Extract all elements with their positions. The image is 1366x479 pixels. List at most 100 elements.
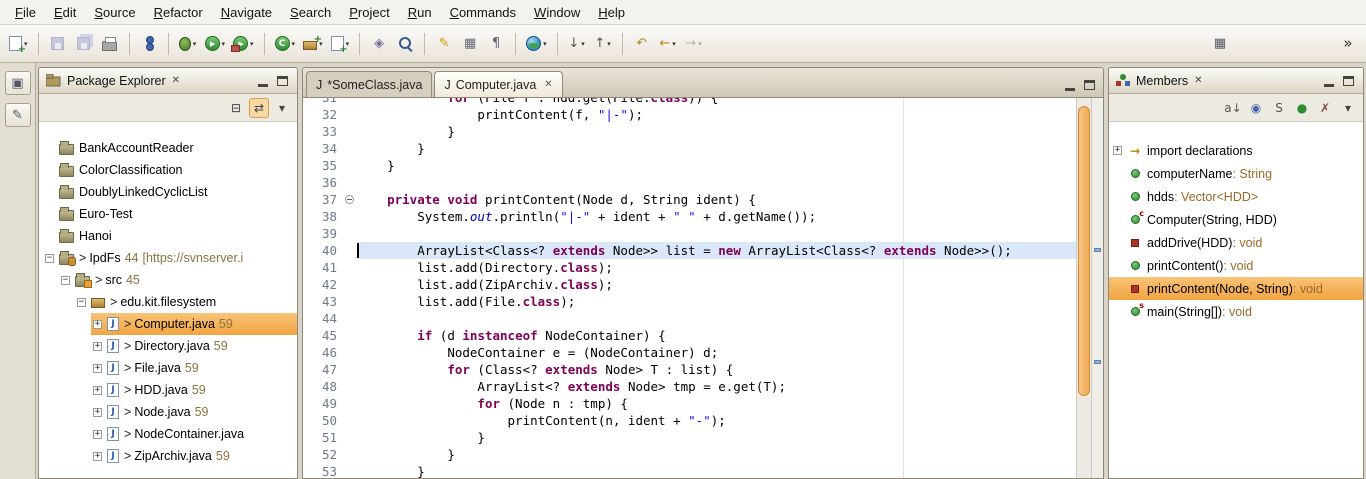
link-with-editor-button[interactable]: ⇄	[249, 98, 269, 118]
menu-refactor[interactable]: Refactor	[145, 2, 212, 23]
code-line-35[interactable]: 35 }	[303, 157, 1076, 174]
menu-search[interactable]: Search	[281, 2, 340, 23]
editor-tab-computer-java[interactable]: JComputer.java✕	[434, 71, 562, 97]
expander-plus-icon[interactable]: +	[93, 320, 102, 329]
tree-item-computer-java[interactable]: +J>Computer.java59	[39, 313, 297, 335]
mark-occurrences-button[interactable]: ✎	[432, 30, 456, 57]
tab-close-icon[interactable]: ✕	[544, 79, 552, 90]
members-header[interactable]: Members ✕	[1109, 68, 1363, 94]
expander-minus-icon[interactable]: −	[77, 298, 86, 307]
expander-minus-icon[interactable]: −	[61, 276, 70, 285]
menu-commands[interactable]: Commands	[441, 2, 525, 23]
member-main-string[interactable]: smain(String[]) : void	[1109, 300, 1363, 323]
back-button[interactable]: ←▾	[656, 30, 680, 57]
editor-tab-someclass-java[interactable]: J*SomeClass.java	[306, 71, 432, 97]
menu-project[interactable]: Project	[340, 2, 398, 23]
menu-run[interactable]: Run	[399, 2, 441, 23]
tree-item-hanoi[interactable]: Hanoi	[39, 225, 297, 247]
minimize-icon[interactable]	[1324, 84, 1334, 87]
new-java-package-button[interactable]: ▾	[300, 30, 326, 57]
restore-views-button[interactable]: ▣	[5, 71, 31, 95]
member-computer-string-hdd[interactable]: cComputer(String, HDD)	[1109, 208, 1363, 231]
menu-navigate[interactable]: Navigate	[212, 2, 281, 23]
expander-plus-icon[interactable]: +	[93, 386, 102, 395]
expander-plus-icon[interactable]: +	[93, 364, 102, 373]
code-line-41[interactable]: 41 list.add(Directory.class);	[303, 259, 1076, 276]
overview-ruler[interactable]	[1091, 98, 1103, 478]
package-explorer-close-icon[interactable]: ✕	[172, 75, 180, 86]
member-printcontent-node-string[interactable]: printContent(Node, String) : void	[1109, 277, 1363, 300]
editor-vertical-scrollbar[interactable]	[1076, 98, 1091, 478]
expander-plus-icon[interactable]: +	[93, 342, 102, 351]
code-line-47[interactable]: 47 for (Class<? extends Node> T : list) …	[303, 361, 1076, 378]
tree-item-edu-kit-filesystem[interactable]: −>edu.kit.filesystem	[39, 291, 297, 313]
member-hdds[interactable]: hdds : Vector<HDD>	[1109, 185, 1363, 208]
code-line-39[interactable]: 39	[303, 225, 1076, 242]
code-line-36[interactable]: 36	[303, 174, 1076, 191]
code-line-48[interactable]: 48 ArrayList<? extends Node> tmp = e.get…	[303, 378, 1076, 395]
code-area[interactable]: 31 for (File f : hdd.get(File.class)) {3…	[303, 98, 1076, 478]
next-annotation-button[interactable]: ↓▾	[565, 30, 589, 57]
code-line-49[interactable]: 49 for (Node n : tmp) {	[303, 395, 1076, 412]
member-printcontent[interactable]: printContent() : void	[1109, 254, 1363, 277]
code-line-53[interactable]: 53 }	[303, 463, 1076, 478]
sort-members-button[interactable]: a↓	[1223, 98, 1243, 118]
members-view-menu-button[interactable]: ▾	[1338, 98, 1358, 118]
member-computername[interactable]: computerName : String	[1109, 162, 1363, 185]
menu-edit[interactable]: Edit	[45, 2, 85, 23]
block-selection-button[interactable]: ▦	[458, 30, 482, 57]
code-line-44[interactable]: 44	[303, 310, 1076, 327]
tree-item-src[interactable]: −>src45	[39, 269, 297, 291]
breakpoints-button[interactable]	[137, 30, 161, 57]
tree-item-hdd-java[interactable]: +J>HDD.java59	[39, 379, 297, 401]
code-line-38[interactable]: 38 System.out.println("|-" + ident + " "…	[303, 208, 1076, 225]
search-button[interactable]	[393, 30, 417, 57]
annotation-marker[interactable]	[1094, 360, 1101, 364]
code-line-46[interactable]: 46 NodeContainer e = (NodeContainer) d;	[303, 344, 1076, 361]
maximize-icon[interactable]	[277, 76, 288, 86]
expander-plus-icon[interactable]: +	[1113, 146, 1122, 155]
code-line-50[interactable]: 50 printContent(n, ident + "-");	[303, 412, 1076, 429]
code-line-40[interactable]: 40 ArrayList<Class<? extends Node>> list…	[303, 242, 1076, 259]
code-line-43[interactable]: 43 list.add(File.class);	[303, 293, 1076, 310]
menu-window[interactable]: Window	[525, 2, 589, 23]
code-line-51[interactable]: 51 }	[303, 429, 1076, 446]
collapse-all-button[interactable]: ⊟	[226, 98, 246, 118]
hide-fields-button[interactable]: ◉	[1246, 98, 1266, 118]
hide-non-public-button[interactable]: ●	[1292, 98, 1312, 118]
tree-item-colorclassification[interactable]: ColorClassification	[39, 159, 297, 181]
member-adddrive-hdd[interactable]: addDrive(HDD) : void	[1109, 231, 1363, 254]
tree-item-ipdfs[interactable]: −>IpdFs44[https://svnserver.i	[39, 247, 297, 269]
minimize-icon[interactable]	[258, 84, 268, 87]
expander-plus-icon[interactable]: +	[93, 430, 102, 439]
print-button[interactable]	[98, 30, 122, 57]
tree-item-ziparchiv-java[interactable]: +J>ZipArchiv.java59	[39, 445, 297, 467]
open-perspective-button[interactable]: ▦	[1208, 30, 1232, 57]
tree-item-directory-java[interactable]: +J>Directory.java59	[39, 335, 297, 357]
package-explorer-header[interactable]: Package Explorer ✕	[39, 68, 297, 94]
previous-annotation-button[interactable]: ↑▾	[591, 30, 615, 57]
web-browser-button[interactable]: ▾	[523, 30, 550, 57]
hide-local-types-button[interactable]: ✗	[1315, 98, 1335, 118]
menu-file[interactable]: File	[6, 2, 45, 23]
editor-shortcut-button[interactable]: ✎	[5, 103, 31, 127]
tree-item-nodecontainer-java[interactable]: +J>NodeContainer.java	[39, 423, 297, 445]
debug-button[interactable]: ▾	[176, 30, 200, 57]
run-button[interactable]: ▾	[202, 30, 229, 57]
code-line-52[interactable]: 52 }	[303, 446, 1076, 463]
annotation-marker[interactable]	[1094, 248, 1101, 252]
expander-plus-icon[interactable]: +	[93, 452, 102, 461]
fold-collapse-icon[interactable]	[343, 191, 357, 208]
open-element-button[interactable]: ◈	[367, 30, 391, 57]
code-line-42[interactable]: 42 list.add(ZipArchiv.class);	[303, 276, 1076, 293]
members-close-icon[interactable]: ✕	[1194, 75, 1202, 86]
pe-view-menu-button[interactable]: ▾	[272, 98, 292, 118]
tree-item-node-java[interactable]: +J>Node.java59	[39, 401, 297, 423]
code-line-31[interactable]: 31 for (File f : hdd.get(File.class)) {	[303, 98, 1076, 106]
tree-item-euro-test[interactable]: Euro-Test	[39, 203, 297, 225]
scrollbar-thumb[interactable]	[1078, 106, 1090, 396]
code-line-32[interactable]: 32 printContent(f, "|-");	[303, 106, 1076, 123]
new-java-element-button[interactable]: ▾	[328, 30, 353, 57]
new-java-class-button[interactable]: ▾	[272, 30, 299, 57]
code-line-34[interactable]: 34 }	[303, 140, 1076, 157]
